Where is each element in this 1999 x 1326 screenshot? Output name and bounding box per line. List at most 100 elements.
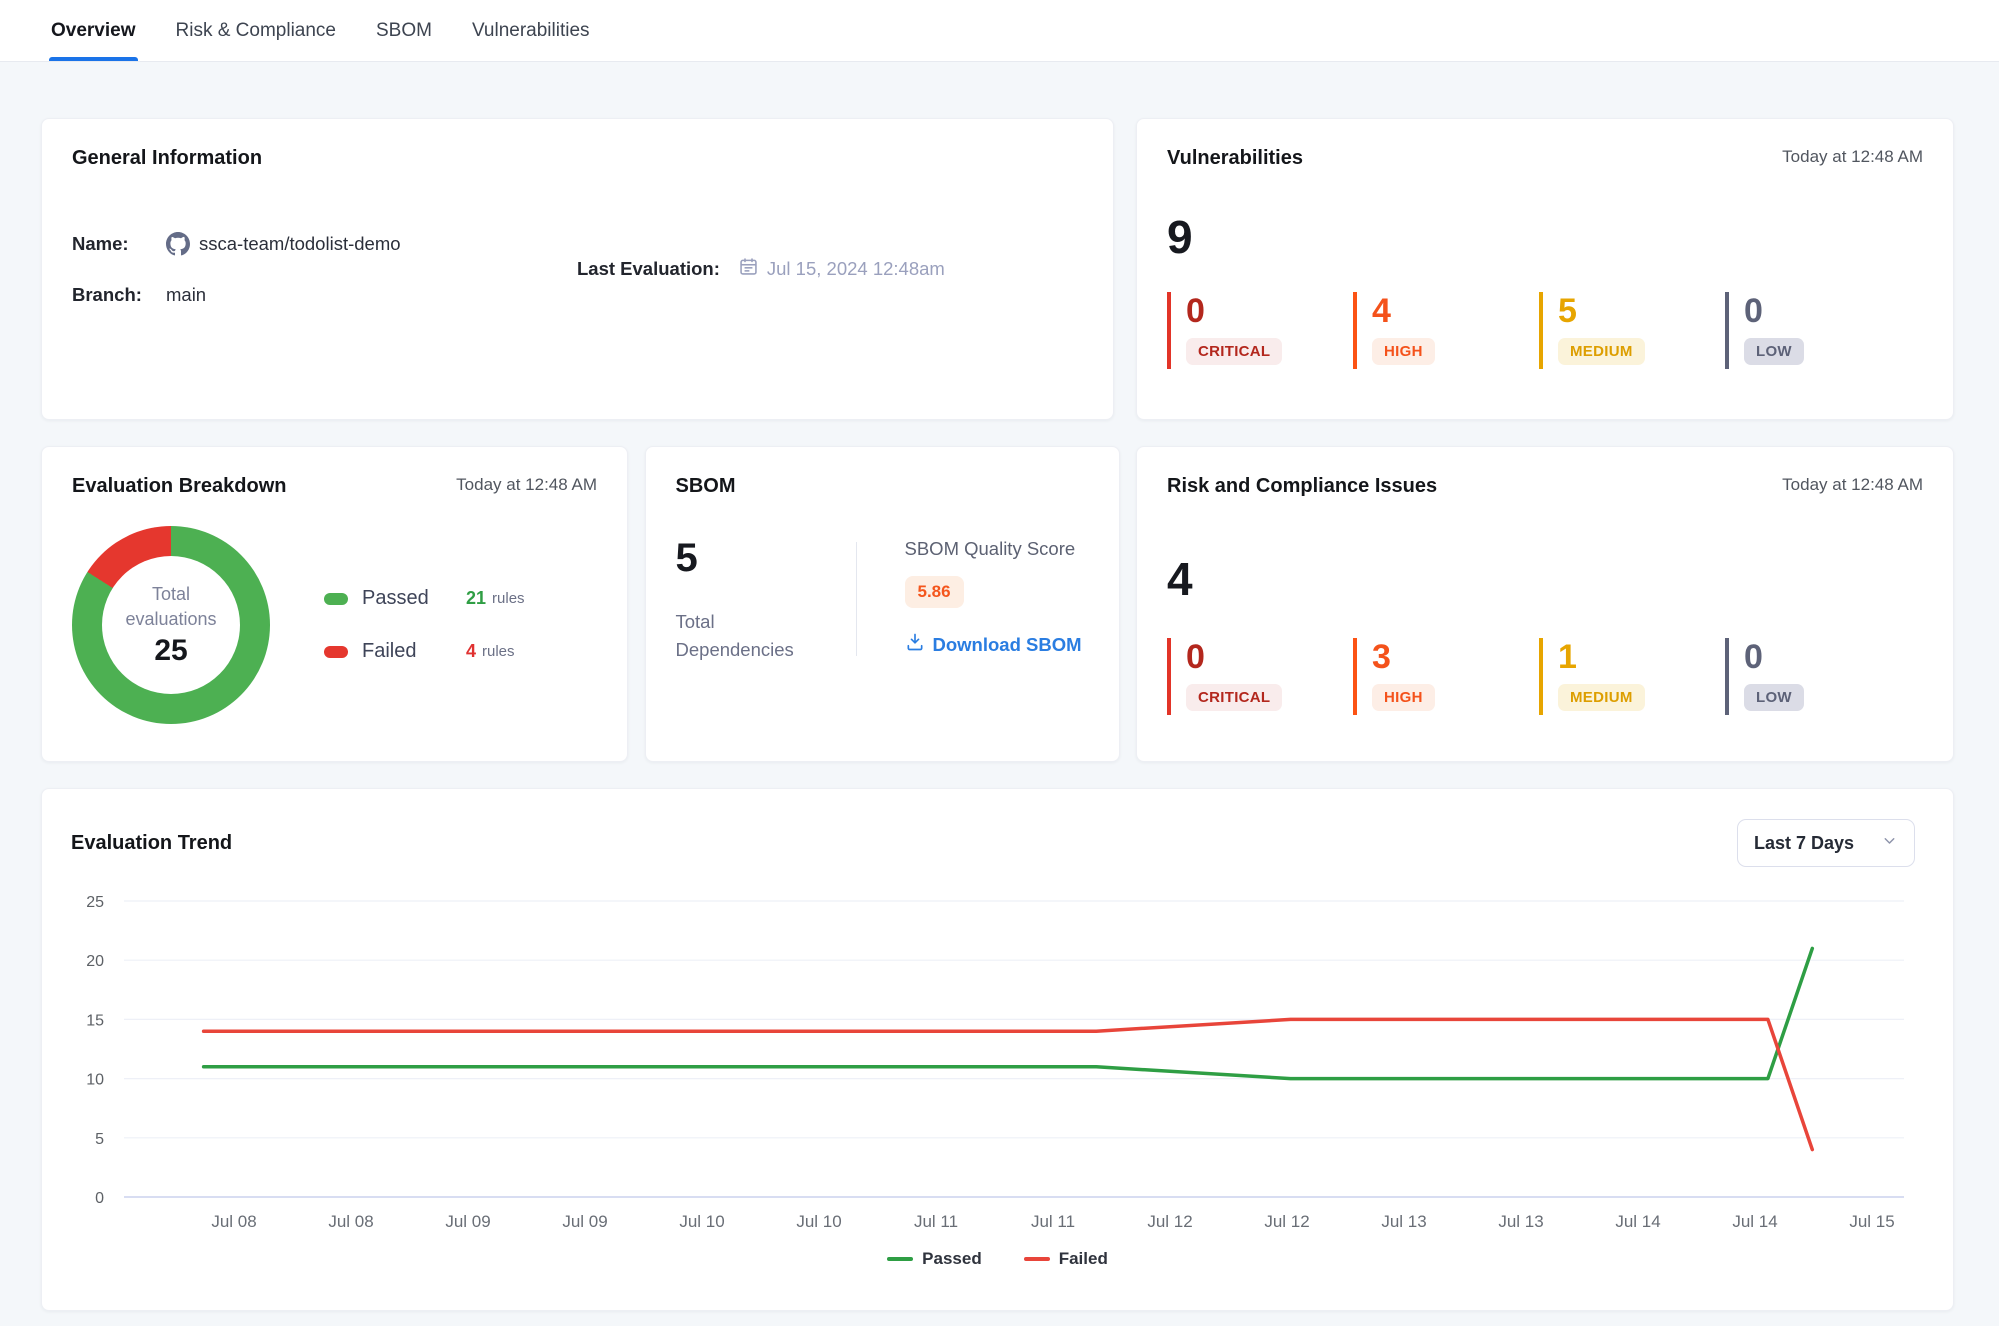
total-dependencies-value: 5 (676, 538, 856, 578)
severity-item-high: 3 HIGH (1353, 638, 1539, 715)
svg-text:Jul 09: Jul 09 (445, 1212, 490, 1231)
evaluation-breakdown-timestamp: Today at 12:48 AM (456, 475, 597, 495)
general-information-card: General Information Name: ssca-team/todo… (41, 118, 1114, 420)
severity-item-low: 0 LOW (1725, 292, 1911, 369)
evaluation-breakdown-card: Evaluation Breakdown Today at 12:48 AM T… (41, 446, 628, 762)
total-dependencies-label: Total Dependencies (676, 608, 806, 664)
passed-line-swatch-icon (887, 1257, 913, 1261)
legend-item-passed: Passed (887, 1249, 982, 1269)
donut-center-label: evaluations (125, 607, 216, 631)
svg-text:Jul 08: Jul 08 (328, 1212, 373, 1231)
severity-count: 1 (1558, 640, 1725, 674)
svg-text:Jul 13: Jul 13 (1381, 1212, 1426, 1231)
vulnerabilities-timestamp: Today at 12:48 AM (1782, 147, 1923, 167)
legend-row-failed: Failed 4 rules (324, 640, 525, 663)
severity-badge: CRITICAL (1186, 338, 1282, 365)
passed-value: 21 (466, 588, 486, 609)
evaluations-donut-chart: Total evaluations 25 (72, 526, 270, 724)
severity-badge: LOW (1744, 338, 1804, 365)
general-information-title: General Information (72, 147, 1083, 170)
svg-text:10: 10 (86, 1072, 104, 1089)
date-range-dropdown[interactable]: Last 7 Days (1737, 819, 1915, 867)
tab-overview[interactable]: Overview (49, 0, 138, 61)
severity-badge: HIGH (1372, 684, 1435, 711)
severity-badge: MEDIUM (1558, 338, 1645, 365)
svg-text:Jul 09: Jul 09 (562, 1212, 607, 1231)
calendar-icon (738, 256, 759, 282)
severity-item-medium: 5 MEDIUM (1539, 292, 1725, 369)
severity-count: 4 (1372, 294, 1539, 328)
repo-name-value: ssca-team/todolist-demo (199, 233, 401, 255)
severity-badge: LOW (1744, 684, 1804, 711)
tab-sbom[interactable]: SBOM (374, 0, 434, 61)
failed-legend-label: Failed (1059, 1249, 1108, 1269)
vulnerabilities-card: Vulnerabilities Today at 12:48 AM 9 0 CR… (1136, 118, 1954, 420)
severity-count: 3 (1372, 640, 1539, 674)
donut-legend: Passed 21 rules Failed 4 rules (324, 587, 525, 663)
failed-swatch-icon (324, 646, 348, 658)
evaluation-trend-card: Evaluation Trend Last 7 Days 0510152025J… (41, 788, 1954, 1311)
vulnerabilities-total: 9 (1167, 214, 1923, 260)
severity-item-critical: 0 CRITICAL (1167, 638, 1353, 715)
sbom-card: SBOM 5 Total Dependencies SBOM Quality S… (645, 446, 1120, 762)
name-label: Name: (72, 233, 154, 255)
repo-name-row: Name: ssca-team/todolist-demo (72, 232, 577, 256)
branch-value: main (166, 284, 206, 306)
last-evaluation-value: Jul 15, 2024 12:48am (767, 258, 945, 280)
svg-text:Jul 08: Jul 08 (211, 1212, 256, 1231)
severity-badge: CRITICAL (1186, 684, 1282, 711)
branch-row: Branch: main (72, 284, 577, 306)
severity-item-critical: 0 CRITICAL (1167, 292, 1353, 369)
download-icon (905, 632, 925, 657)
tab-vulnerabilities[interactable]: Vulnerabilities (470, 0, 592, 61)
legend-row-passed: Passed 21 rules (324, 587, 525, 610)
passed-label: Passed (362, 587, 466, 610)
severity-count: 0 (1186, 294, 1353, 328)
svg-text:25: 25 (86, 894, 104, 911)
branch-label: Branch: (72, 284, 154, 306)
risk-compliance-timestamp: Today at 12:48 AM (1782, 475, 1923, 495)
severity-count: 0 (1186, 640, 1353, 674)
tab-risk-compliance[interactable]: Risk & Compliance (174, 0, 339, 61)
sbom-title: SBOM (676, 475, 1089, 498)
tab-bar: Overview Risk & Compliance SBOM Vulnerab… (0, 0, 1999, 62)
severity-item-low: 0 LOW (1725, 638, 1911, 715)
severity-count: 0 (1744, 640, 1911, 674)
risk-compliance-total: 4 (1167, 556, 1923, 602)
failed-line-swatch-icon (1024, 1257, 1050, 1261)
trend-legend: Passed Failed (42, 1249, 1953, 1269)
svg-text:Jul 14: Jul 14 (1732, 1212, 1777, 1231)
github-icon (166, 232, 190, 256)
last-evaluation-label: Last Evaluation: (577, 258, 720, 280)
download-sbom-link[interactable]: Download SBOM (905, 632, 1082, 657)
severity-item-high: 4 HIGH (1353, 292, 1539, 369)
sbom-quality-score-badge: 5.86 (905, 576, 964, 608)
severity-count: 0 (1744, 294, 1911, 328)
severity-badge: HIGH (1372, 338, 1435, 365)
sbom-quality-score-label: SBOM Quality Score (905, 538, 1082, 560)
svg-text:Jul 12: Jul 12 (1147, 1212, 1192, 1231)
risk-compliance-title: Risk and Compliance Issues (1167, 475, 1437, 498)
donut-center-label: Total (152, 582, 190, 606)
risk-compliance-card: Risk and Compliance Issues Today at 12:4… (1136, 446, 1954, 762)
svg-text:Jul 10: Jul 10 (679, 1212, 724, 1231)
date-range-value: Last 7 Days (1754, 833, 1854, 854)
svg-text:Jul 10: Jul 10 (796, 1212, 841, 1231)
vulnerabilities-title: Vulnerabilities (1167, 147, 1303, 170)
download-sbom-label: Download SBOM (933, 634, 1082, 656)
svg-text:Jul 11: Jul 11 (1031, 1212, 1075, 1231)
evaluation-trend-title: Evaluation Trend (71, 832, 232, 855)
svg-text:20: 20 (86, 953, 104, 970)
evaluation-breakdown-title: Evaluation Breakdown (72, 475, 287, 498)
svg-text:Jul 11: Jul 11 (914, 1212, 958, 1231)
passed-legend-label: Passed (922, 1249, 982, 1269)
svg-text:Jul 13: Jul 13 (1498, 1212, 1543, 1231)
svg-text:Jul 15: Jul 15 (1849, 1212, 1894, 1231)
svg-text:Jul 12: Jul 12 (1264, 1212, 1309, 1231)
failed-unit: rules (482, 643, 515, 660)
passed-swatch-icon (324, 593, 348, 605)
svg-text:5: 5 (95, 1131, 104, 1148)
donut-total-value: 25 (154, 634, 187, 668)
severity-item-medium: 1 MEDIUM (1539, 638, 1725, 715)
dashboard-content: General Information Name: ssca-team/todo… (0, 62, 1999, 1311)
